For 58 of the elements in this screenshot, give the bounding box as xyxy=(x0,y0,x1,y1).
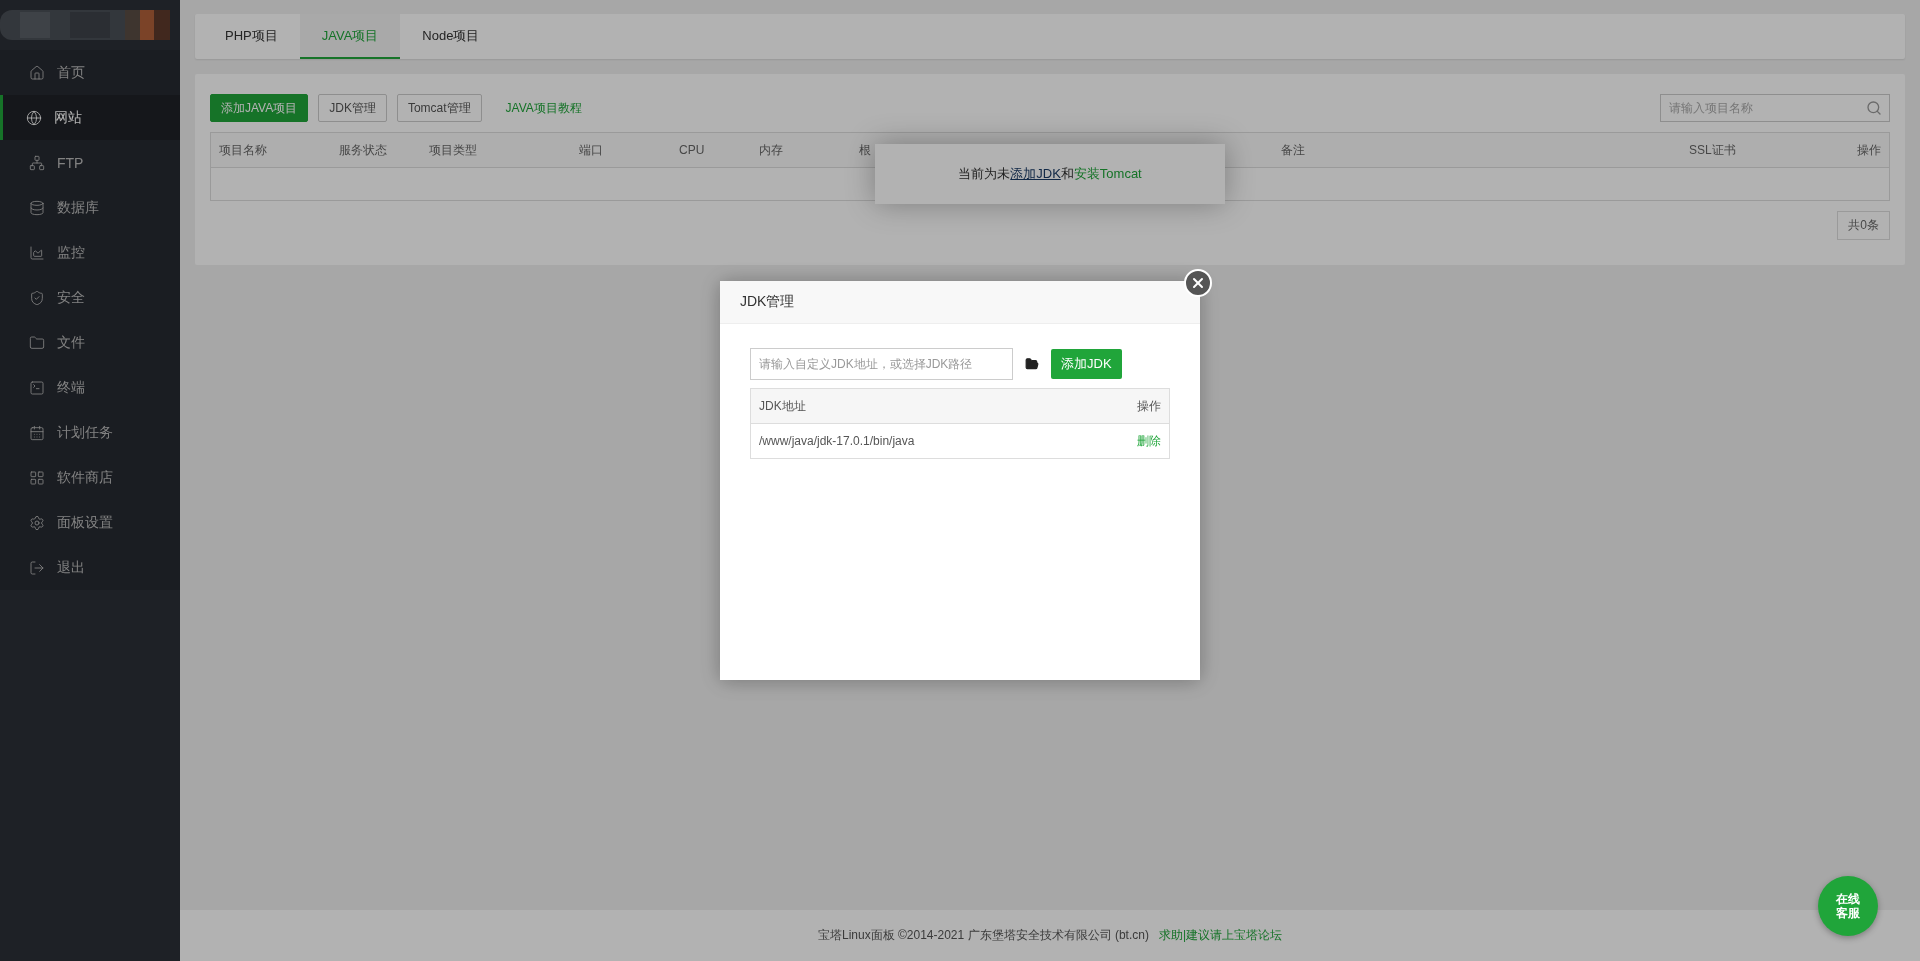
menu-icon xyxy=(26,109,42,126)
copyright-text: 宝塔Linux面板 ©2014-2021 广东堡塔安全技术有限公司 (bt.cn) xyxy=(817,927,1149,944)
sidebar-item[interactable]: 退出 xyxy=(0,545,180,590)
sidebar-item[interactable]: 文件 xyxy=(0,320,180,365)
toast-link[interactable]: 添加JDK xyxy=(1010,165,1061,183)
tab[interactable]: PHP项目 xyxy=(203,14,300,59)
menu-icon xyxy=(29,334,45,351)
column-header: 操作 xyxy=(1856,141,1881,159)
column-header: 项目类型 xyxy=(429,141,478,159)
toolbar-button[interactable]: Tomcat管理 xyxy=(396,94,482,122)
column-header: 根 xyxy=(859,141,872,159)
menu-icon xyxy=(29,289,45,306)
sidebar-item[interactable]: 计划任务 xyxy=(0,410,180,455)
sidebar-item[interactable]: 安全 xyxy=(0,275,180,320)
search-icon[interactable] xyxy=(1866,100,1882,116)
tutorial-link[interactable]: JAVA项目教程 xyxy=(491,94,596,122)
column-header: 备注 xyxy=(1281,141,1306,159)
menu-icon xyxy=(29,244,45,261)
toolbar-button[interactable]: JDK管理 xyxy=(318,94,387,122)
menu-icon xyxy=(29,154,45,171)
column-header: 服务状态 xyxy=(339,141,388,159)
menu-icon xyxy=(29,424,45,441)
menu-icon xyxy=(29,559,45,576)
menu-icon xyxy=(29,199,45,216)
close-icon xyxy=(1190,275,1206,291)
menu-icon xyxy=(29,64,45,81)
sidebar-item[interactable]: 数据库 xyxy=(0,185,180,230)
column-header: JDK地址 xyxy=(759,397,806,415)
sidebar-item[interactable]: 软件商店 xyxy=(0,455,180,500)
toast-text: 和 xyxy=(1060,165,1074,183)
column-header: SSL证书 xyxy=(1689,141,1737,159)
sidebar-item[interactable]: FTP xyxy=(0,140,180,185)
sidebar-item[interactable]: 首页 xyxy=(0,50,180,95)
forum-link[interactable]: 求助|建议请上宝塔论坛 xyxy=(1158,927,1283,944)
sidebar-item[interactable]: 终端 xyxy=(0,365,180,410)
column-header: CPU xyxy=(679,143,706,157)
toast-text: 当前为未 xyxy=(958,165,1011,183)
column-header: 内存 xyxy=(759,141,784,159)
column-header: 端口 xyxy=(579,141,604,159)
tab[interactable]: Node项目 xyxy=(400,14,502,59)
input-field[interactable]: 请输入自定义JDK地址，或选择JDK路径 xyxy=(750,348,1013,380)
add-button[interactable]: 添加JDK xyxy=(1051,349,1122,379)
toast-link[interactable]: 安装Tomcat xyxy=(1073,165,1142,183)
menu-icon xyxy=(29,379,45,396)
sidebar-item[interactable]: 网站 xyxy=(0,95,180,140)
delete-link[interactable]: 删除 xyxy=(1137,432,1161,450)
tab[interactable]: JAVA项目 xyxy=(299,14,401,59)
folder-icon[interactable] xyxy=(1025,357,1039,371)
dialog-title: JDK管理 xyxy=(740,293,795,311)
table-cell: /www/java/jdk-17.0.1/bin/java xyxy=(759,434,915,448)
menu-icon xyxy=(29,514,45,531)
pager-count: 共0条 xyxy=(1837,211,1890,240)
column-header: 操作 xyxy=(1137,397,1161,415)
toolbar-button[interactable]: 添加JAVA项目 xyxy=(210,94,309,122)
sidebar-item[interactable]: 监控 xyxy=(0,230,180,275)
menu-icon xyxy=(29,469,45,486)
column-header: 项目名称 xyxy=(219,141,268,159)
sidebar-item[interactable]: 面板设置 xyxy=(0,500,180,545)
